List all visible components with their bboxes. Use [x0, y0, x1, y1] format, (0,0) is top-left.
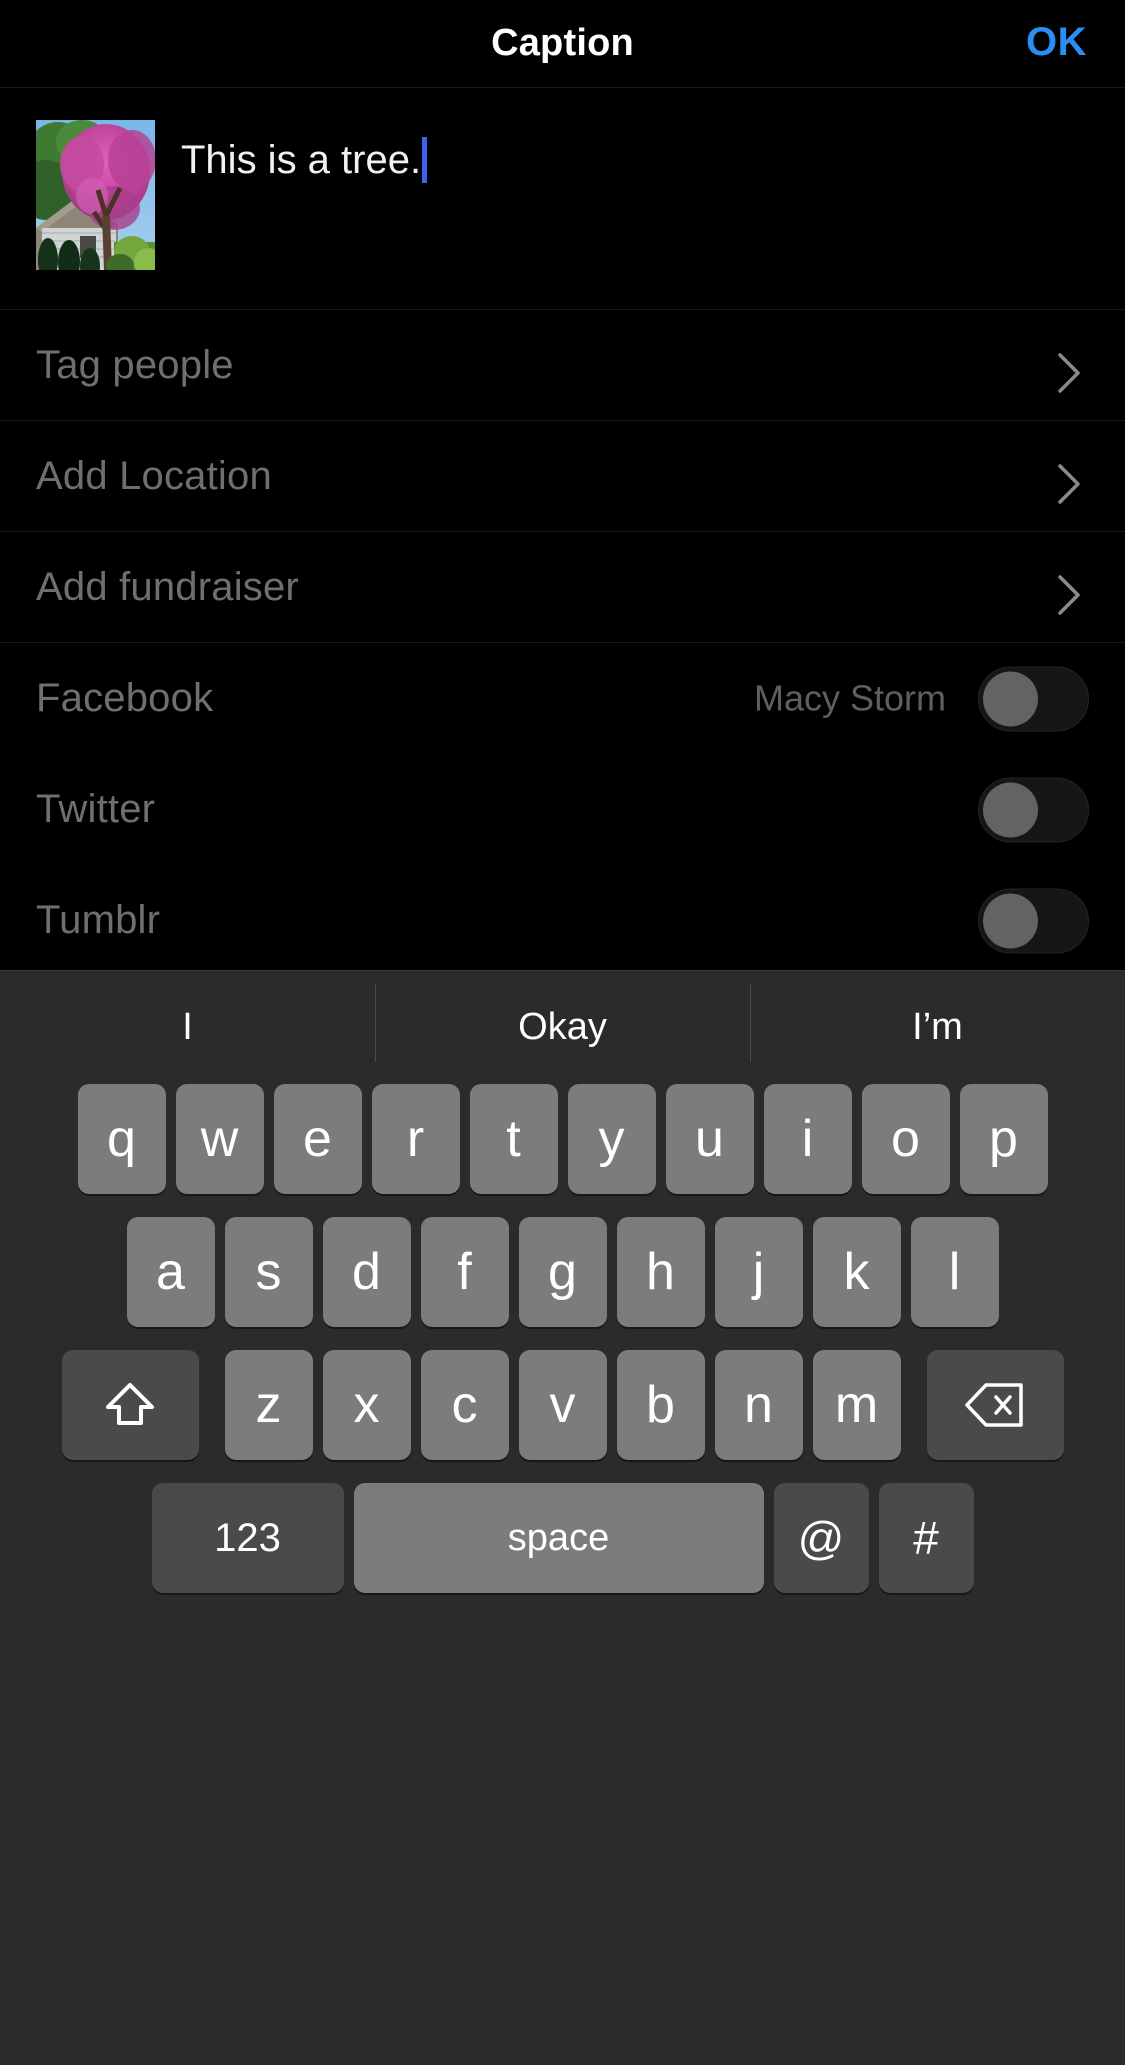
- toggle-knob: [983, 671, 1038, 726]
- key-x[interactable]: x: [322, 1350, 411, 1460]
- software-keyboard: I Okay I’m q w e r t y u i o p a s d f g…: [0, 970, 1125, 2065]
- key-w[interactable]: w: [175, 1084, 264, 1194]
- option-label: Tag people: [36, 342, 234, 387]
- key-h[interactable]: h: [616, 1217, 705, 1327]
- key-b[interactable]: b: [616, 1350, 705, 1460]
- numeric-keyboard-key[interactable]: 123: [151, 1483, 344, 1593]
- backspace-delete-icon: [964, 1381, 1026, 1429]
- share-row-controls: [978, 888, 1089, 953]
- option-label: Add fundraiser: [36, 564, 299, 609]
- shift-up-arrow-icon: [102, 1377, 158, 1433]
- option-label: Add Location: [36, 453, 272, 498]
- option-row-tag-people[interactable]: Tag people: [0, 310, 1125, 421]
- key-e[interactable]: e: [273, 1084, 362, 1194]
- tumblr-share-toggle[interactable]: [978, 888, 1089, 953]
- key-u[interactable]: u: [665, 1084, 754, 1194]
- hash-symbol-key[interactable]: #: [878, 1483, 974, 1593]
- share-row-tumblr[interactable]: Tumblr: [0, 865, 1125, 976]
- key-c[interactable]: c: [420, 1350, 509, 1460]
- share-label: Twitter: [36, 787, 156, 831]
- caption-text-value: This is a tree.: [181, 138, 422, 182]
- backspace-key[interactable]: [926, 1350, 1064, 1460]
- key-t[interactable]: t: [469, 1084, 558, 1194]
- navigation-bar: Caption OK: [0, 0, 1125, 88]
- key-v[interactable]: v: [518, 1350, 607, 1460]
- share-row-facebook[interactable]: Facebook Macy Storm: [0, 643, 1125, 754]
- post-thumbnail: [36, 120, 155, 270]
- key-f[interactable]: f: [420, 1217, 509, 1327]
- key-r[interactable]: r: [371, 1084, 460, 1194]
- key-s[interactable]: s: [224, 1217, 313, 1327]
- toggle-knob: [983, 893, 1038, 948]
- toggle-knob: [983, 782, 1038, 837]
- key-q[interactable]: q: [77, 1084, 166, 1194]
- key-g[interactable]: g: [518, 1217, 607, 1327]
- facebook-share-toggle[interactable]: [978, 666, 1089, 731]
- keyboard-suggestion-bar: I Okay I’m: [0, 971, 1125, 1084]
- key-j[interactable]: j: [714, 1217, 803, 1327]
- share-row-twitter[interactable]: Twitter: [0, 754, 1125, 865]
- suggestion-item[interactable]: I’m: [750, 984, 1125, 1062]
- key-y[interactable]: y: [567, 1084, 656, 1194]
- keyboard-row-1: q w e r t y u i o p: [0, 1084, 1125, 1194]
- at-symbol-key[interactable]: @: [773, 1483, 869, 1593]
- share-row-controls: [978, 777, 1089, 842]
- twitter-share-toggle[interactable]: [978, 777, 1089, 842]
- key-a[interactable]: a: [126, 1217, 215, 1327]
- keyboard-row-3: z x c v b n m: [0, 1350, 1125, 1460]
- key-n[interactable]: n: [714, 1350, 803, 1460]
- ok-button[interactable]: OK: [1026, 20, 1087, 65]
- option-row-add-fundraiser[interactable]: Add fundraiser: [0, 532, 1125, 643]
- share-row-controls: Macy Storm: [754, 666, 1089, 731]
- key-l[interactable]: l: [910, 1217, 999, 1327]
- key-k[interactable]: k: [812, 1217, 901, 1327]
- facebook-account-name: Macy Storm: [753, 677, 946, 719]
- chevron-right-icon: [1057, 574, 1083, 615]
- space-key[interactable]: space: [353, 1483, 764, 1593]
- key-i[interactable]: i: [763, 1084, 852, 1194]
- caption-editor-row[interactable]: This is a tree.: [0, 88, 1125, 310]
- share-label: Facebook: [36, 676, 214, 720]
- keyboard-row-4: 123 space @ #: [0, 1483, 1125, 1593]
- key-m[interactable]: m: [812, 1350, 901, 1460]
- suggestion-item[interactable]: I: [0, 1006, 375, 1049]
- caption-text-field[interactable]: This is a tree.: [181, 136, 428, 184]
- key-p[interactable]: p: [959, 1084, 1048, 1194]
- key-z[interactable]: z: [224, 1350, 313, 1460]
- share-label: Tumblr: [36, 898, 161, 942]
- key-o[interactable]: o: [861, 1084, 950, 1194]
- key-d[interactable]: d: [322, 1217, 411, 1327]
- suggestion-item[interactable]: Okay: [375, 984, 750, 1062]
- shift-key[interactable]: [61, 1350, 199, 1460]
- page-title: Caption: [491, 22, 634, 64]
- chevron-right-icon: [1057, 352, 1083, 393]
- text-cursor: [422, 137, 428, 183]
- option-row-add-location[interactable]: Add Location: [0, 421, 1125, 532]
- chevron-right-icon: [1057, 463, 1083, 504]
- keyboard-row-2: a s d f g h j k l: [0, 1217, 1125, 1327]
